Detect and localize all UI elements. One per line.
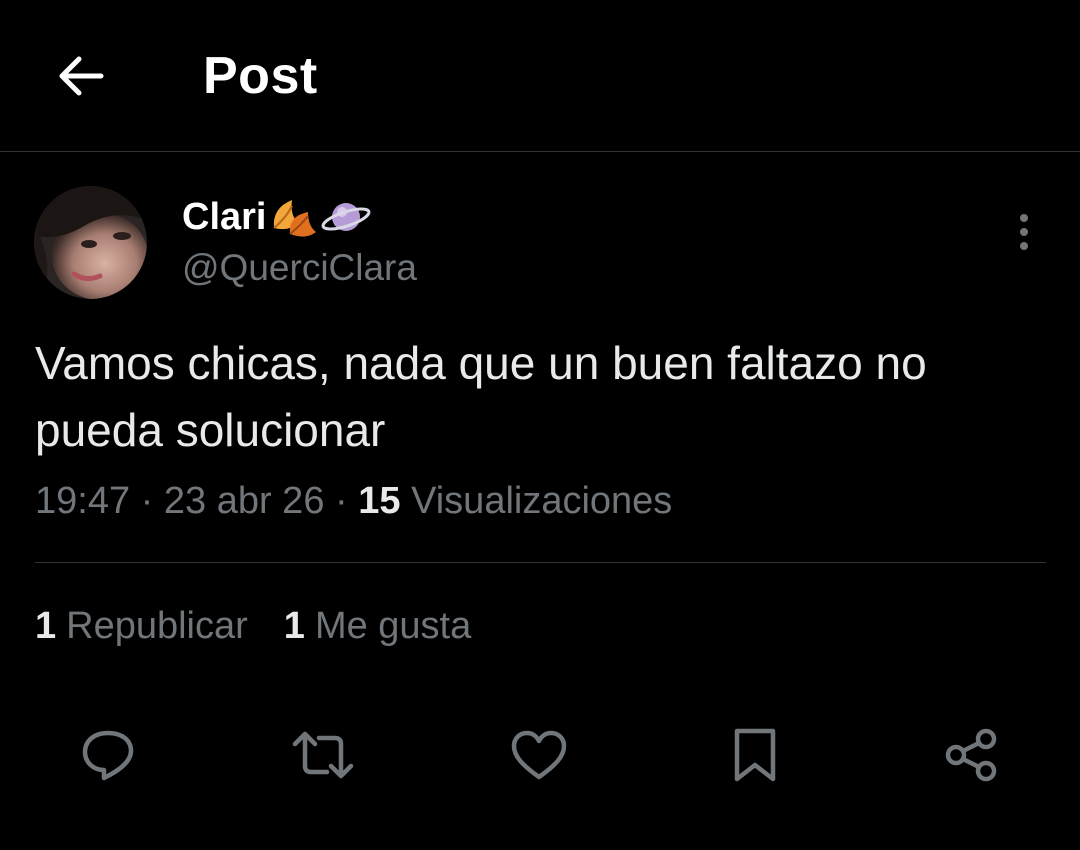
back-button[interactable] (48, 44, 112, 108)
more-options-button[interactable] (1002, 210, 1046, 254)
author-handle[interactable]: @QuerciClara (182, 247, 417, 289)
reply-icon (82, 730, 134, 781)
reposts-stat[interactable]: 1 Republicar (35, 605, 248, 648)
author-display-name[interactable]: Clari (182, 194, 372, 240)
likes-count: 1 (283, 605, 305, 647)
repost-button[interactable] (290, 722, 356, 788)
bookmark-icon (734, 728, 776, 782)
likes-label: Me gusta (314, 605, 472, 647)
engagement-stats: 1 Republicar 1 Me gusta (35, 605, 471, 648)
divider (35, 562, 1046, 563)
meta-separator: · (324, 480, 359, 522)
repost-icon (292, 731, 354, 779)
more-vertical-icon (1020, 214, 1028, 250)
avatar[interactable] (34, 186, 147, 299)
author-name-text: Clari (182, 195, 267, 238)
likes-stat[interactable]: 1 Me gusta (284, 605, 471, 648)
ringed-planet-icon (320, 194, 372, 240)
arrow-left-icon (59, 56, 104, 96)
post-time[interactable]: 19:47 (35, 480, 130, 522)
like-button[interactable] (506, 722, 572, 788)
reposts-label: Republicar (66, 605, 248, 647)
page-title: Post (203, 47, 318, 105)
heart-icon (511, 730, 567, 780)
post-meta: 19:47 · 23 abr 26 · 15 Visualizaciones (35, 480, 672, 523)
share-button[interactable] (938, 722, 1004, 788)
post-date[interactable]: 23 abr 26 (164, 480, 325, 522)
top-bar: Post (0, 0, 1080, 152)
reposts-count: 1 (35, 605, 57, 647)
fallen-leaf-icon (268, 194, 318, 240)
reply-button[interactable] (75, 722, 141, 788)
share-icon (945, 728, 997, 782)
views-label: Visualizaciones (411, 480, 673, 522)
post-text: Vamos chicas, nada que un buen faltazo n… (35, 337, 927, 456)
bookmark-button[interactable] (722, 722, 788, 788)
views-count: 15 (358, 480, 401, 522)
meta-separator: · (130, 480, 164, 522)
